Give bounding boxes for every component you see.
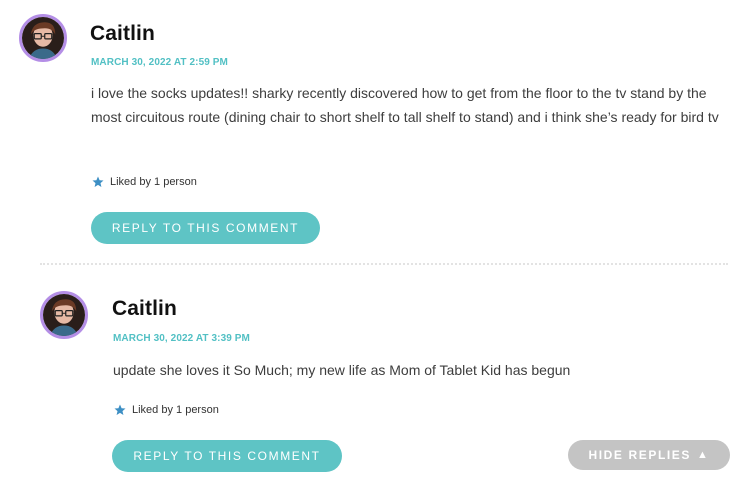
star-icon xyxy=(92,176,104,188)
divider xyxy=(40,263,728,265)
star-icon xyxy=(114,404,126,416)
comment-timestamp[interactable]: MARCH 30, 2022 AT 3:39 PM xyxy=(113,333,250,344)
avatar-image xyxy=(43,294,85,336)
comment-text: i love the socks updates!! sharky recent… xyxy=(91,85,719,125)
comment-author[interactable]: Caitlin xyxy=(112,297,177,321)
comments-section: Caitlin MARCH 30, 2022 AT 2:59 PM i love… xyxy=(0,0,743,485)
hide-replies-button[interactable]: HIDE REPLIES ▲ xyxy=(568,440,730,470)
avatar-image xyxy=(22,17,64,59)
comment-author[interactable]: Caitlin xyxy=(90,22,155,46)
hide-replies-label: HIDE REPLIES xyxy=(588,448,692,462)
likes-label[interactable]: Liked by 1 person xyxy=(132,404,219,416)
reply-button[interactable]: REPLY TO THIS COMMENT xyxy=(112,440,342,472)
reply-button[interactable]: REPLY TO THIS COMMENT xyxy=(91,212,320,244)
comment-text: update she loves it So Much; my new life… xyxy=(113,362,571,378)
avatar[interactable] xyxy=(40,291,88,339)
comment-timestamp[interactable]: MARCH 30, 2022 AT 2:59 PM xyxy=(91,57,228,68)
likes-label[interactable]: Liked by 1 person xyxy=(110,176,197,188)
avatar[interactable] xyxy=(19,14,67,62)
triangle-up-icon: ▲ xyxy=(697,449,710,461)
likes: Liked by 1 person xyxy=(114,404,219,416)
likes: Liked by 1 person xyxy=(92,176,197,188)
